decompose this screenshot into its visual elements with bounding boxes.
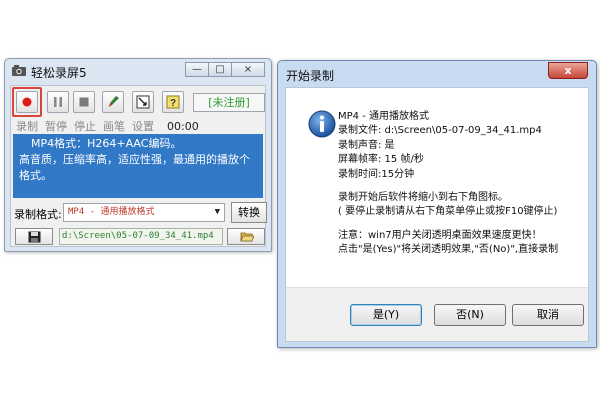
- pause-button[interactable]: [47, 91, 69, 113]
- stop-icon: [79, 97, 89, 107]
- format-info-panel: MP4格式：H264+AAC编码。 高音质，压缩率高，适应性强，最通用的播放个 …: [13, 134, 263, 198]
- start-recording-dialog: 开始录制 x MP4 - 通用播放格式 录制文件: d:\Screen\05-0…: [277, 60, 597, 348]
- info-line: 高音质，压缩率高，适应性强，最通用的播放个: [19, 153, 250, 166]
- recorder-window: 轻松录屏5 — □ × ? [未注册] 录制暂停停止画笔设置 00:00: [4, 58, 272, 252]
- floppy-disk-icon: [28, 231, 41, 243]
- recorder-app-icon: [11, 64, 27, 78]
- output-row: d:\Screen\05-07-09_34_41.mp4: [15, 228, 265, 246]
- minimize-button[interactable]: —: [185, 62, 209, 77]
- recorder-title: 轻松录屏5: [31, 66, 87, 80]
- save-button[interactable]: [15, 228, 53, 245]
- msg-framerate: 屏幕帧率: 15 帧/秒: [338, 154, 424, 166]
- format-value: MP4 - 通用播放格式: [68, 207, 155, 217]
- recorder-body: ? [未注册] 录制 暂停 停止 画笔 设置 00:00 MP4格式：H264+AAC编码…: [10, 85, 267, 247]
- register-button[interactable]: [未注册]: [193, 93, 265, 112]
- msg-warning: 注意：win7用户关闭透明桌面效果速度更快！: [338, 229, 542, 241]
- msg-note: 录制开始后软件将缩小到右下角图标。: [338, 192, 508, 204]
- msg-warning: 点击"是(Yes)"将关闭透明效果,"否(No)",直接录制: [338, 244, 559, 256]
- msg-audio: 录制声音: 是: [338, 139, 395, 151]
- no-button[interactable]: 否(N): [434, 304, 506, 326]
- dropdown-arrow-icon: ▼: [214, 207, 220, 217]
- svg-text:?: ?: [170, 98, 176, 109]
- format-label: 录制格式:: [14, 208, 62, 221]
- convert-button[interactable]: 转换: [231, 202, 267, 223]
- msg-format: MP4 - 通用播放格式: [338, 111, 429, 122]
- recorder-titlebar[interactable]: 轻松录屏5 — □ ×: [5, 59, 271, 83]
- label-record: 录制: [16, 120, 38, 133]
- dialog-body: MP4 - 通用播放格式 录制文件: d:\Screen\05-07-09_34…: [285, 87, 589, 342]
- stop-button[interactable]: [73, 91, 95, 113]
- dialog-close-button[interactable]: x: [548, 62, 588, 79]
- record-button[interactable]: [16, 91, 38, 113]
- timer: 00:00: [167, 120, 199, 133]
- info-line: 格式。: [19, 169, 52, 182]
- maximize-button[interactable]: □: [208, 62, 232, 77]
- toolbar-labels: 录制 暂停 停止 画笔 设置 00:00: [16, 118, 206, 134]
- close-button[interactable]: ×: [231, 62, 265, 77]
- help-question-icon: ?: [166, 95, 180, 109]
- open-folder-icon: [240, 232, 254, 242]
- msg-file: 录制文件: d:\Screen\05-07-09_34_41.mp4: [338, 125, 542, 137]
- output-path-field[interactable]: d:\Screen\05-07-09_34_41.mp4: [59, 228, 223, 245]
- msg-note: ( 要停止录制请从右下角菜单停止或按F10键停止): [338, 206, 558, 218]
- region-settings-icon: [136, 95, 150, 109]
- pause-icon: [54, 97, 62, 107]
- help-button[interactable]: ?: [162, 91, 184, 113]
- label-pause: 暂停: [45, 120, 67, 133]
- format-select[interactable]: MP4 - 通用播放格式 ▼: [63, 203, 225, 222]
- pen-button[interactable]: [102, 91, 124, 113]
- settings-button[interactable]: [132, 91, 154, 113]
- msg-duration: 录制时间:15分钟: [338, 168, 415, 180]
- dialog-message: MP4 - 通用播放格式 录制文件: d:\Screen\05-07-09_34…: [338, 110, 558, 258]
- yes-button[interactable]: 是(Y): [350, 304, 422, 326]
- open-folder-button[interactable]: [227, 228, 265, 245]
- label-pen: 画笔: [103, 120, 125, 133]
- label-stop: 停止: [74, 120, 96, 133]
- dialog-title: 开始录制: [286, 69, 335, 83]
- pen-icon: [109, 96, 119, 107]
- dialog-button-bar: 是(Y) 否(N) 取消: [286, 287, 588, 341]
- record-icon: [22, 97, 32, 107]
- cancel-button[interactable]: 取消: [512, 304, 584, 326]
- info-icon: [308, 110, 336, 138]
- label-settings: 设置: [132, 120, 154, 133]
- info-line: MP4格式：H264+AAC编码。: [31, 137, 182, 150]
